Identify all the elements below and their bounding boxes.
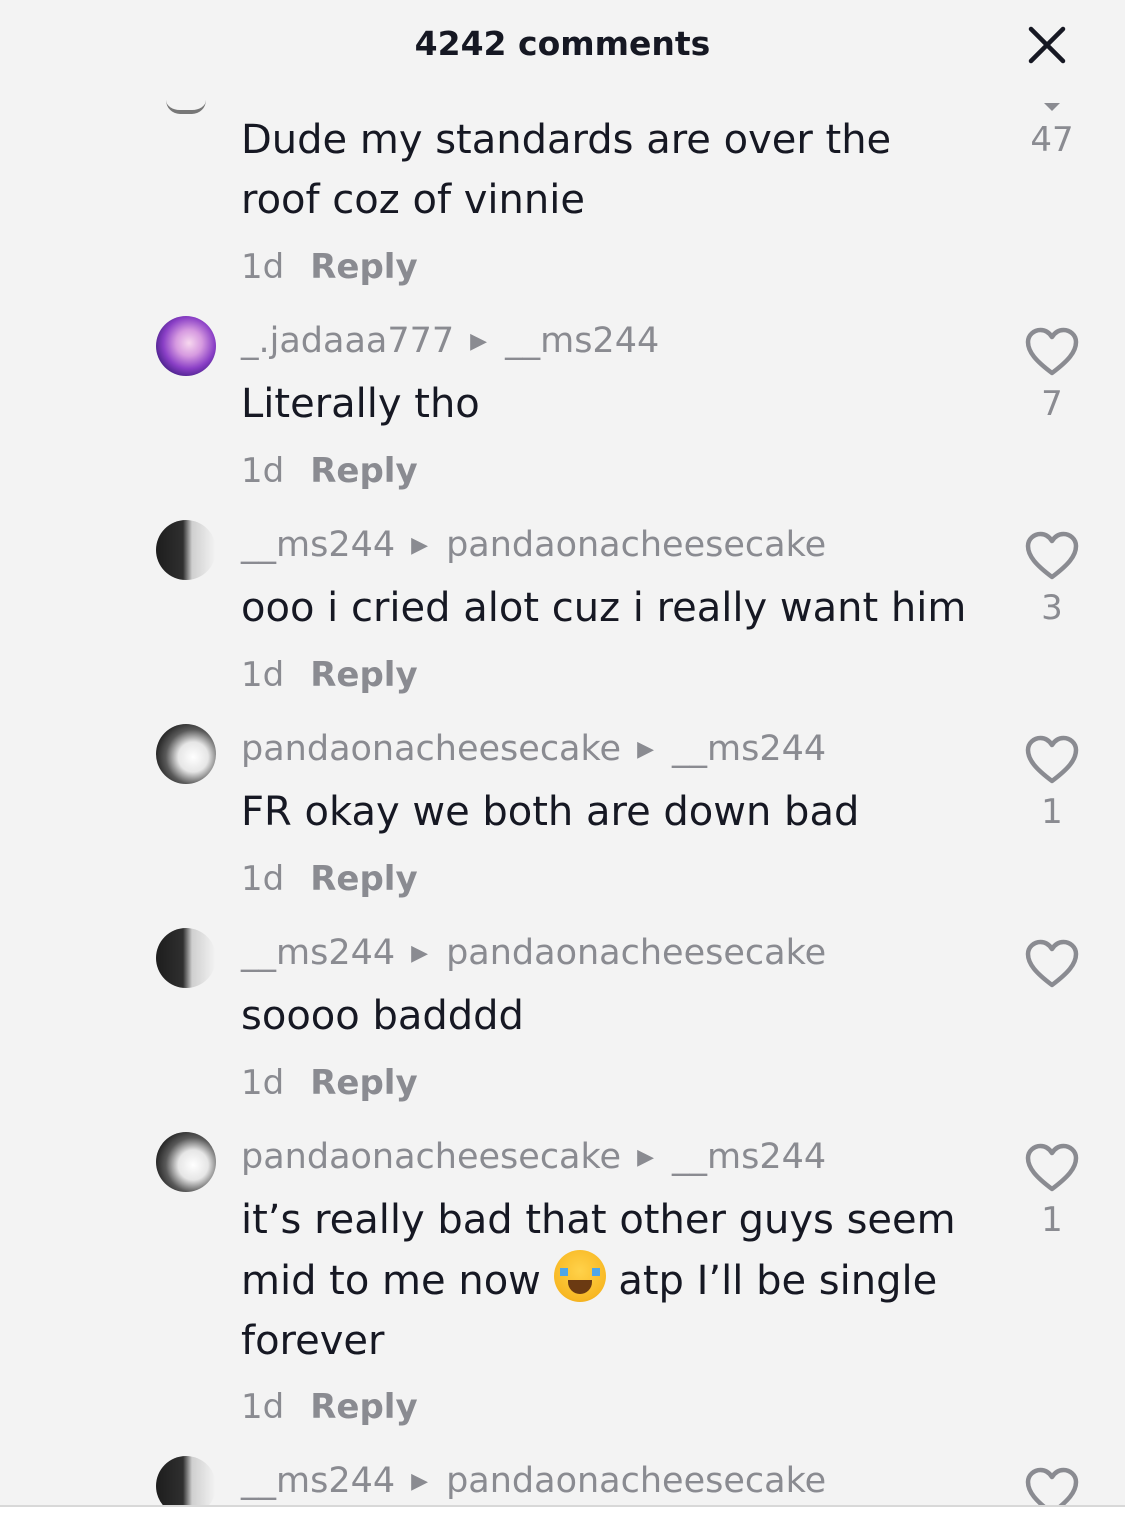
- comments-count-title: 4242 comments: [414, 24, 711, 63]
- comment-header: __ms244 ▶ pandaonacheesecake: [241, 524, 826, 566]
- comment-list[interactable]: Dude my standards are over the roof coz …: [0, 0, 1125, 1505]
- like-count: 3: [1041, 588, 1063, 628]
- avatar[interactable]: [156, 520, 216, 580]
- comment-age: 1d: [241, 1387, 285, 1427]
- comment-text: FR okay we both are down bad: [241, 789, 860, 835]
- username[interactable]: _.jadaaa777: [241, 321, 454, 361]
- avatar[interactable]: [156, 928, 216, 988]
- comment-age: 1d: [241, 655, 285, 695]
- comment-header: _.jadaaa777 ▶ __ms244: [241, 320, 659, 362]
- comment-age: 1d: [241, 247, 285, 287]
- caret-right-icon: ▶: [411, 940, 429, 966]
- username[interactable]: pandaonacheesecake: [241, 729, 621, 769]
- comment-meta: 1d Reply: [241, 652, 418, 698]
- username[interactable]: pandaonacheesecake: [241, 1137, 621, 1177]
- caret-right-icon: ▶: [637, 1144, 654, 1170]
- comment-header: __ms244 ▶ pandaonacheesecake: [241, 1460, 826, 1502]
- like-count: 7: [1041, 384, 1063, 424]
- like-count: 1: [1041, 792, 1063, 832]
- like-button[interactable]: [1020, 938, 1084, 994]
- comment-meta: 1d Reply: [241, 1060, 418, 1106]
- heart-outline-icon: [1025, 531, 1079, 580]
- comment-header: pandaonacheesecake ▶ __ms244: [241, 1136, 826, 1178]
- like-button[interactable]: [1020, 734, 1084, 790]
- username[interactable]: __ms244: [241, 525, 395, 565]
- like-button[interactable]: [1020, 1466, 1084, 1505]
- avatar[interactable]: [156, 724, 216, 784]
- comment-text: soooo badddd: [241, 993, 524, 1039]
- comment-header: __ms244 ▶ pandaonacheesecake: [241, 932, 826, 974]
- reply-to-username[interactable]: __ms244: [672, 1137, 826, 1177]
- comment-text: Dude my standards are over the roof coz …: [241, 117, 892, 223]
- like-button[interactable]: [1020, 1142, 1084, 1198]
- loudly-crying-face-emoji: [553, 1250, 606, 1302]
- caret-right-icon: ▶: [637, 736, 654, 762]
- comment-text: ooo i cried alot cuz i really want him: [241, 585, 967, 631]
- comment-text-line: mid to me now: [241, 1258, 541, 1304]
- avatar[interactable]: [156, 1132, 216, 1192]
- heart-outline-icon: [1025, 939, 1079, 988]
- avatar[interactable]: [156, 1456, 216, 1505]
- heart-outline-icon: [1025, 735, 1079, 784]
- comment-text-line: forever: [241, 1318, 385, 1364]
- reply-to-username[interactable]: pandaonacheesecake: [446, 933, 826, 973]
- comment-age: 1d: [241, 859, 285, 899]
- comment-age: 1d: [241, 1063, 285, 1103]
- heart-outline-icon: [1025, 1143, 1079, 1192]
- comment-text-line: it’s really bad that other guys seem: [241, 1197, 956, 1243]
- heart-outline-icon: [1025, 1467, 1079, 1505]
- close-icon: [1028, 26, 1066, 64]
- comment-text-line: atp I’ll be single: [618, 1258, 938, 1304]
- close-button[interactable]: [1018, 20, 1076, 70]
- reply-button[interactable]: Reply: [310, 1063, 417, 1103]
- comment-text: Literally tho: [241, 381, 480, 427]
- reply-button[interactable]: Reply: [310, 655, 417, 695]
- comment-header: pandaonacheesecake ▶ __ms244: [241, 728, 826, 770]
- comment-text: it’s really bad that other guys seem mid…: [241, 1190, 981, 1371]
- caret-right-icon: ▶: [470, 328, 488, 354]
- reply-button[interactable]: Reply: [310, 1387, 417, 1427]
- username[interactable]: __ms244: [241, 1461, 395, 1501]
- comment-meta: 1d Reply: [241, 448, 418, 494]
- reply-button[interactable]: Reply: [310, 859, 417, 899]
- reply-button[interactable]: Reply: [310, 451, 417, 491]
- comment-meta: 1d Reply: [241, 856, 418, 902]
- reply-button[interactable]: Reply: [310, 247, 417, 287]
- comments-header: 4242 comments: [0, 0, 1125, 92]
- reply-to-username[interactable]: pandaonacheesecake: [446, 525, 826, 565]
- caret-right-icon: ▶: [411, 1468, 429, 1494]
- reply-to-username[interactable]: pandaonacheesecake: [446, 1461, 826, 1501]
- username[interactable]: __ms244: [241, 933, 395, 973]
- comment-meta: 1d Reply: [241, 1384, 418, 1430]
- caret-right-icon: ▶: [411, 532, 429, 558]
- heart-outline-icon: [1025, 327, 1079, 376]
- like-button[interactable]: [1020, 530, 1084, 586]
- bottom-bar: [0, 1507, 1125, 1519]
- avatar[interactable]: [156, 316, 216, 376]
- like-count: 47: [1030, 120, 1074, 160]
- like-fragment: [1044, 103, 1060, 111]
- avatar-fragment: [166, 100, 206, 114]
- reply-to-username[interactable]: __ms244: [505, 321, 659, 361]
- reply-to-username[interactable]: __ms244: [672, 729, 826, 769]
- like-count: 1: [1041, 1200, 1063, 1240]
- like-button[interactable]: [1020, 326, 1084, 382]
- comment-age: 1d: [241, 451, 285, 491]
- comment-meta: 1d Reply: [241, 244, 418, 290]
